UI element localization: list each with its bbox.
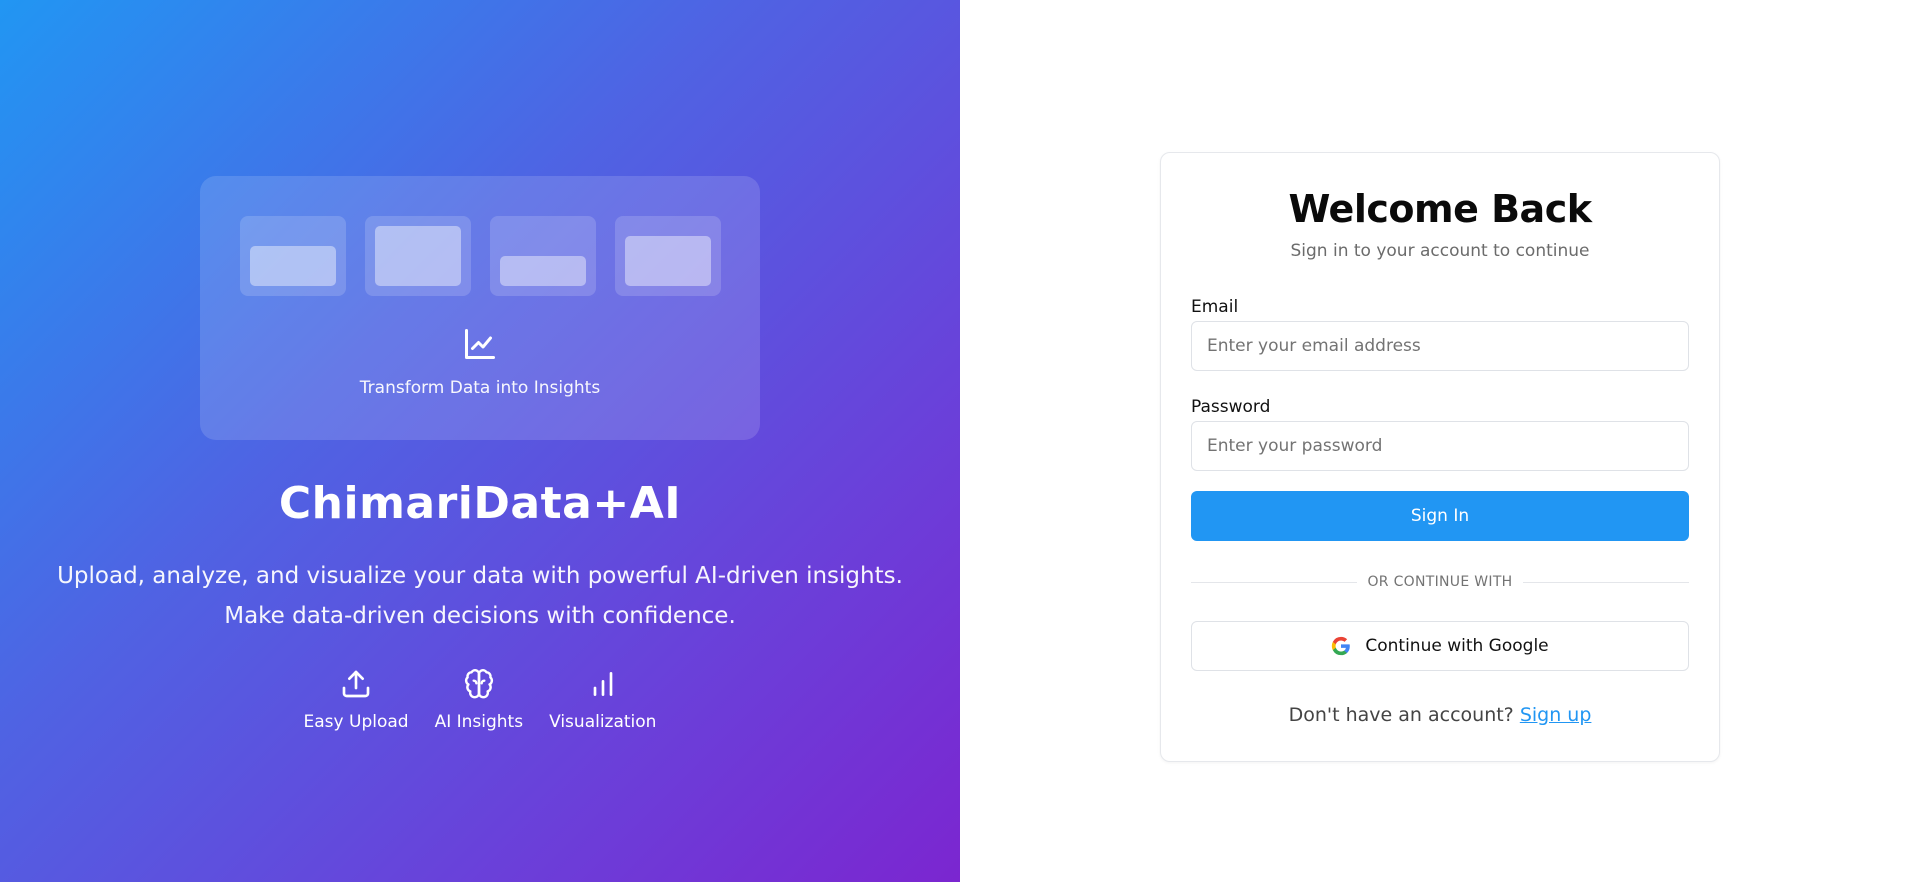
feature-label: Visualization bbox=[549, 712, 657, 732]
preview-tile bbox=[240, 216, 346, 296]
bar-chart-icon bbox=[593, 672, 613, 696]
password-field[interactable] bbox=[1191, 421, 1689, 471]
feature-easy-upload: Easy Upload bbox=[304, 668, 409, 732]
signup-prompt: Don't have an account? bbox=[1288, 704, 1514, 726]
feature-label: Easy Upload bbox=[303, 712, 409, 732]
google-button-label: Continue with Google bbox=[1365, 636, 1549, 656]
sign-up-link[interactable]: Sign up bbox=[1520, 704, 1592, 726]
tagline-line-1: Upload, analyze, and visualize your data… bbox=[57, 563, 903, 589]
google-sign-in-button[interactable]: Continue with Google bbox=[1191, 621, 1689, 671]
sign-in-card: Welcome Back Sign in to your account to … bbox=[1160, 152, 1720, 762]
tagline-line-2: Make data-driven decisions with confiden… bbox=[224, 603, 736, 629]
divider: OR CONTINUE WITH bbox=[1191, 573, 1689, 593]
signup-row: Don't have an account? Sign up bbox=[1161, 704, 1719, 726]
feature-list: Easy Upload AI Insights Visualization bbox=[0, 668, 960, 732]
email-label: Email bbox=[1191, 297, 1239, 317]
preview-tile bbox=[490, 216, 596, 296]
feature-label: AI Insights bbox=[434, 712, 524, 732]
preview-card: Transform Data into Insights bbox=[200, 176, 760, 440]
auth-panel: Welcome Back Sign in to your account to … bbox=[960, 0, 1920, 882]
preview-tile-bar bbox=[500, 256, 586, 286]
sign-in-button[interactable]: Sign In bbox=[1191, 491, 1689, 541]
feature-ai-insights: AI Insights bbox=[434, 668, 524, 732]
brain-icon bbox=[464, 669, 493, 699]
google-icon bbox=[1332, 636, 1351, 656]
page-title: Welcome Back bbox=[1288, 187, 1593, 231]
email-field[interactable] bbox=[1191, 321, 1689, 371]
line-chart-icon bbox=[465, 329, 495, 359]
divider-line bbox=[1523, 582, 1689, 583]
brand-title: ChimariData+AI bbox=[278, 478, 682, 529]
feature-visualization: Visualization bbox=[549, 668, 656, 732]
tagline: Upload, analyze, and visualize your data… bbox=[40, 556, 920, 636]
preview-tile bbox=[615, 216, 721, 296]
preview-tile-bar bbox=[375, 226, 461, 286]
password-label: Password bbox=[1191, 397, 1271, 417]
preview-tile-bar bbox=[625, 236, 711, 286]
hero-panel: Transform Data into Insights ChimariData… bbox=[0, 0, 960, 882]
upload-icon bbox=[342, 670, 370, 698]
card-caption: Transform Data into Insights bbox=[359, 378, 601, 398]
preview-tile-bar bbox=[250, 246, 336, 286]
preview-tile bbox=[365, 216, 471, 296]
page-subtitle: Sign in to your account to continue bbox=[1290, 241, 1590, 261]
